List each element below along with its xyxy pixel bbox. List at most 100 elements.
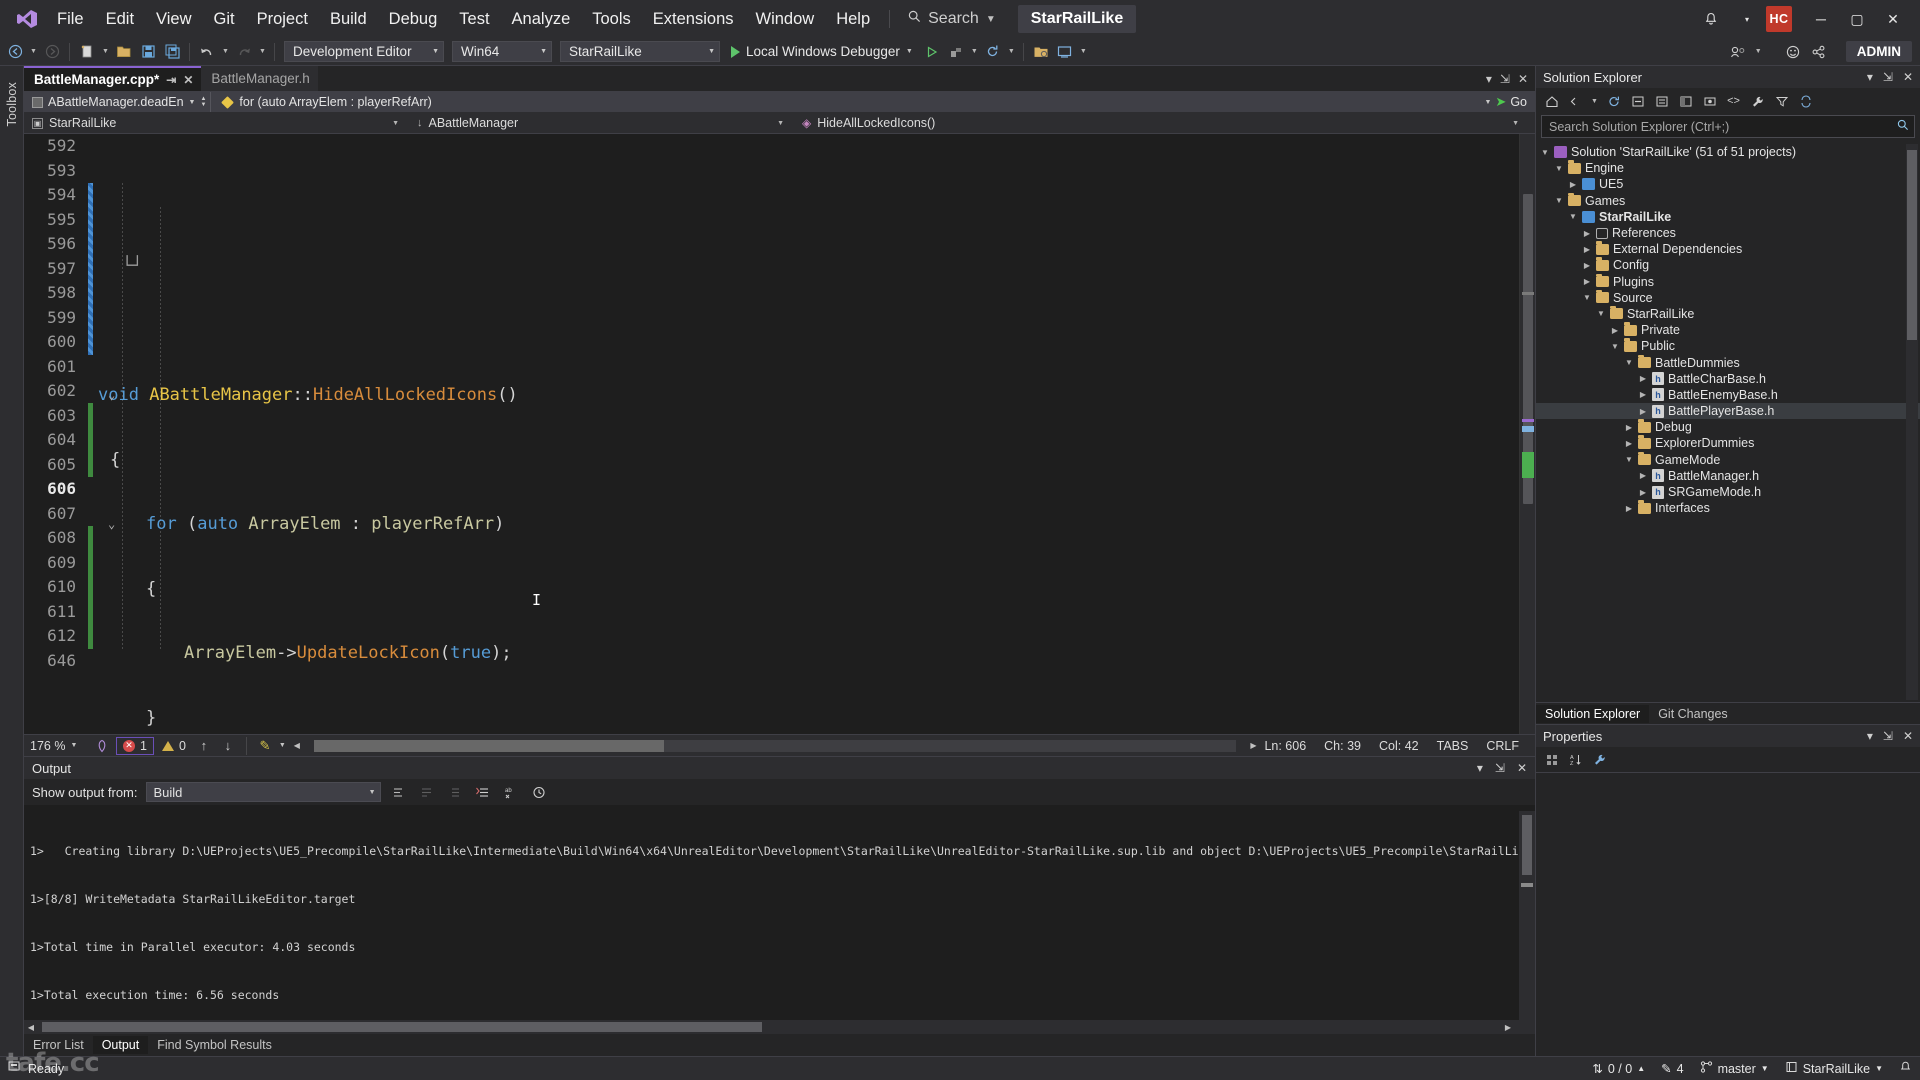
restart-icon[interactable] [982, 41, 1004, 63]
properties-grid[interactable] [1536, 773, 1920, 1056]
menu-extensions[interactable]: Extensions [642, 5, 745, 34]
navigate-back-icon[interactable] [4, 41, 26, 63]
go-to-message-icon[interactable] [473, 782, 493, 802]
fold-collapse-icon[interactable]: ⌄ [108, 383, 115, 408]
bell-icon[interactable] [1694, 2, 1728, 36]
warning-count-chip[interactable]: 0 [158, 739, 190, 753]
editor-vertical-scrollbar[interactable] [1519, 134, 1535, 734]
build-dropdown-icon[interactable]: ▼ [969, 48, 980, 55]
tree-node-battlecharbase-h[interactable]: ▶ BattleCharBase.h [1536, 371, 1920, 387]
repository-selector[interactable]: StarRailLike ▼ [1785, 1061, 1883, 1076]
live-share-session-icon[interactable] [1727, 41, 1749, 63]
tree-node-references[interactable]: ▶ References [1536, 225, 1920, 241]
start-without-debugging-icon[interactable] [921, 41, 943, 63]
chevron-expanded-icon[interactable]: ▼ [1582, 293, 1592, 302]
refresh-icon[interactable] [1603, 91, 1624, 112]
pending-changes[interactable]: ✎ 4 [1661, 1061, 1683, 1077]
menu-debug[interactable]: Debug [378, 5, 449, 34]
chevron-collapsed-icon[interactable]: ▶ [1638, 407, 1648, 416]
chevron-down-icon[interactable]: ▼ [986, 14, 996, 25]
maximize-button[interactable]: ▢ [1840, 2, 1874, 36]
back-dropdown-icon[interactable]: ▼ [28, 48, 39, 55]
tree-node-battleenemybase-h[interactable]: ▶ BattleEnemyBase.h [1536, 387, 1920, 403]
fold-collapse-icon[interactable]: ⌄ [108, 512, 115, 537]
tree-node-srgamemode-h[interactable]: ▶ SRGameMode.h [1536, 484, 1920, 500]
menu-edit[interactable]: Edit [95, 5, 145, 34]
preview-selected-icon[interactable] [1699, 91, 1720, 112]
preview-changes-icon[interactable] [1030, 41, 1052, 63]
close-icon[interactable]: ✕ [1517, 761, 1527, 775]
search-input[interactable]: Search ▼ [898, 6, 1006, 32]
tree-node-gamemode[interactable]: ▼ GameMode [1536, 451, 1920, 468]
startup-project-combo[interactable]: StarRailLike ▼ [560, 41, 720, 62]
redo-dropdown-icon[interactable]: ▼ [257, 48, 268, 55]
live-share-icon[interactable] [1054, 41, 1076, 63]
chevron-expanded-icon[interactable]: ▼ [1624, 358, 1634, 367]
filter-icon[interactable] [1771, 91, 1792, 112]
output-horizontal-scrollbar[interactable]: ◀ ▶ [24, 1020, 1535, 1034]
collapse-all-icon[interactable] [1627, 91, 1648, 112]
show-all-files-icon[interactable] [1651, 91, 1672, 112]
tree-vertical-scrollbar[interactable] [1906, 144, 1918, 700]
breadcrumb-member[interactable]: ◈ HideAllLockedIcons() ▼ [794, 113, 1535, 133]
tree-node-public[interactable]: ▼ Public [1536, 338, 1920, 354]
scrollbar-thumb[interactable] [42, 1022, 762, 1032]
code-editor[interactable]: 592 593 594 595 596 597 598 599 600 601 … [24, 134, 1535, 734]
alphabetical-icon[interactable]: AZ [1565, 749, 1586, 770]
close-icon[interactable]: ✕ [1903, 729, 1913, 743]
tab-output[interactable]: Output [92, 1036, 149, 1054]
chevron-down-icon[interactable]: ▼ [189, 99, 196, 106]
chevron-collapsed-icon[interactable]: ▶ [1582, 277, 1592, 286]
go-button[interactable]: ▼ ➤ Go [1484, 94, 1535, 110]
minimize-button[interactable]: ─ [1804, 2, 1838, 36]
toolbar-overflow-icon[interactable]: ▼ [1078, 48, 1089, 55]
categorized-icon[interactable] [1541, 749, 1562, 770]
build-icon[interactable] [945, 41, 967, 63]
quick-actions-icon[interactable]: ✎ [255, 736, 275, 756]
code-text-area[interactable]: └┘ ⌄ void ABattleManager::HideAllLockedIc… [98, 134, 1519, 734]
menu-project[interactable]: Project [246, 5, 319, 34]
live-share-dropdown-icon[interactable]: ▼ [1753, 48, 1764, 55]
search-icon[interactable] [1897, 119, 1909, 134]
chevron-expanded-icon[interactable]: ▼ [1568, 212, 1578, 221]
tree-node-battlemanager-h[interactable]: ▶ BattleManager.h [1536, 468, 1920, 484]
chevron-expanded-icon[interactable]: ▼ [1540, 148, 1550, 157]
sync-icon[interactable] [1795, 91, 1816, 112]
output-vertical-scrollbar[interactable] [1519, 811, 1535, 1020]
undo-icon[interactable] [196, 41, 218, 63]
chevron-collapsed-icon[interactable]: ▶ [1582, 261, 1592, 270]
tree-node-engine[interactable]: ▼ Engine [1536, 160, 1920, 176]
member-scope-selector[interactable]: ABattleManager.deadEn ▼ ▲ ▼ [24, 92, 212, 112]
tab-solution-explorer[interactable]: Solution Explorer [1536, 704, 1650, 723]
quick-actions-dropdown-icon[interactable]: ▼ [279, 742, 286, 749]
save-all-icon[interactable] [161, 41, 183, 63]
next-issue-arrow-icon[interactable]: ↓ [218, 736, 238, 756]
chevron-collapsed-icon[interactable]: ▶ [1624, 439, 1634, 448]
tree-node-games[interactable]: ▼ Games [1536, 192, 1920, 209]
chevron-down-icon[interactable]: ▾ [1477, 761, 1483, 775]
tree-node-battleplayerbase-h[interactable]: ▶ BattlePlayerBase.h [1536, 403, 1920, 420]
pin-icon[interactable]: ⇲ [1495, 761, 1505, 775]
pin-window-icon[interactable]: ⇲ [1500, 72, 1510, 86]
notifications-button[interactable] [1899, 1061, 1912, 1076]
toggle-wordwrap-icon[interactable] [417, 782, 437, 802]
wrench-icon[interactable] [1747, 91, 1768, 112]
code-map-icon[interactable] [92, 736, 112, 756]
undo-dropdown-icon[interactable]: ▼ [220, 48, 231, 55]
chevron-expanded-icon[interactable]: ▼ [1554, 164, 1564, 173]
source-control-changes[interactable]: ⇅ 0 / 0 ▲ [1592, 1061, 1645, 1077]
clear-all-icon[interactable] [389, 782, 409, 802]
feedback-smile-icon[interactable] [1782, 41, 1804, 63]
save-icon[interactable] [137, 41, 159, 63]
tab-overflow-icon[interactable]: ▾ [1486, 72, 1492, 86]
tab-battlemanager-h[interactable]: BattleManager.h [201, 66, 318, 91]
git-branch-selector[interactable]: master ▼ [1700, 1061, 1769, 1076]
tree-node-source[interactable]: ▼ Source [1536, 289, 1920, 306]
history-icon[interactable] [529, 782, 549, 802]
chevron-collapsed-icon[interactable]: ▶ [1568, 180, 1578, 189]
editor-horizontal-scrollbar[interactable] [313, 739, 1237, 752]
tree-node-debug[interactable]: ▶ Debug [1536, 419, 1920, 435]
new-item-dropdown-icon[interactable]: ▼ [100, 48, 111, 55]
platform-combo[interactable]: Win64 ▼ [452, 41, 552, 62]
scrollbar-thumb[interactable] [1907, 150, 1917, 340]
